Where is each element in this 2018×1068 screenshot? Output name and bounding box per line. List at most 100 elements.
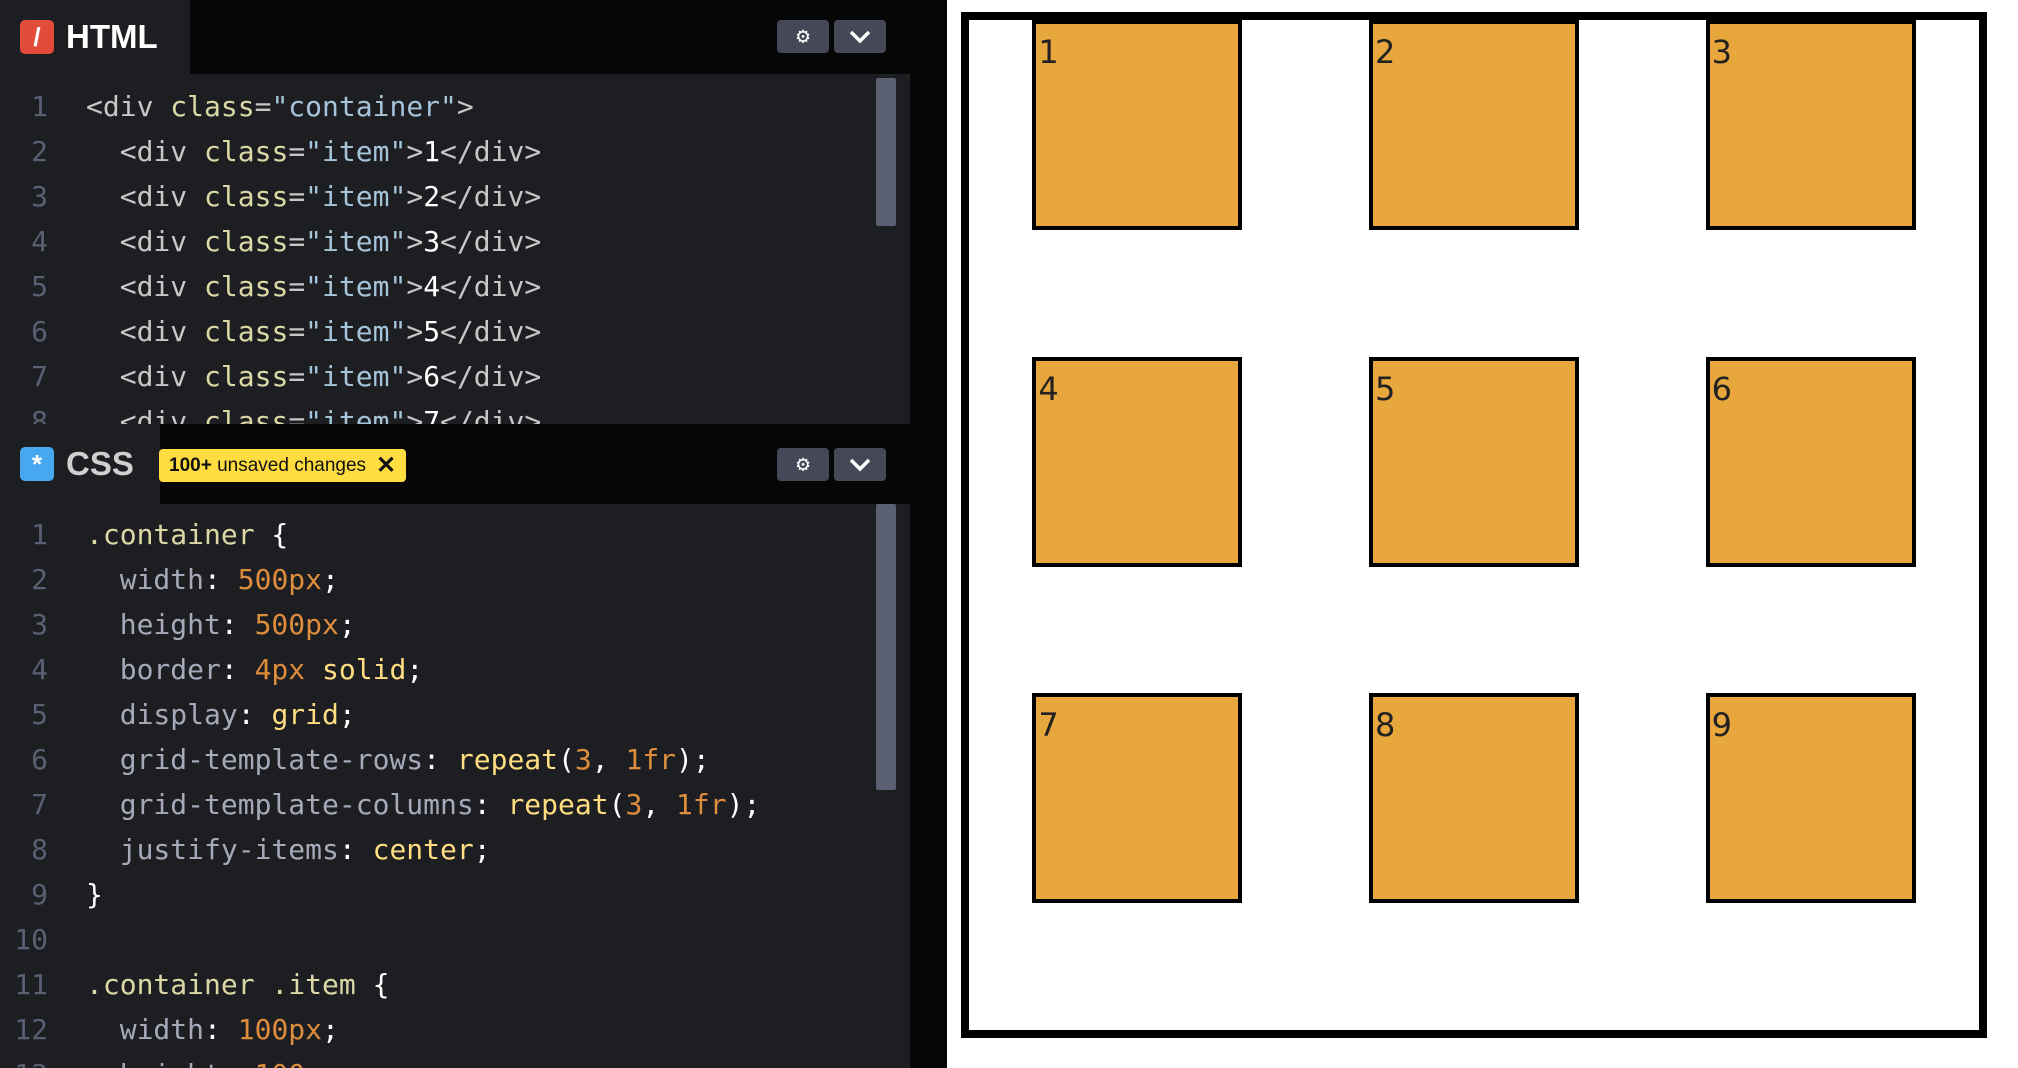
close-icon[interactable]: ✕ <box>376 453 396 478</box>
grid-item-label: 2 <box>1375 33 1396 71</box>
css-code-line[interactable]: 2 width: 500px; <box>0 557 890 602</box>
css-pane-header: * CSS ⚙ <box>0 424 910 504</box>
html-code-line[interactable]: 7 <div class="item">6</div> <box>0 354 890 399</box>
code-text: <div class="item">6</div> <box>86 360 542 393</box>
grid-item-label: 8 <box>1375 706 1396 745</box>
chevron-down-icon <box>849 30 871 43</box>
line-number: 5 <box>31 270 48 303</box>
css-code-line[interactable]: 7 grid-template-columns: repeat(3, 1fr); <box>0 782 890 827</box>
line-number: 2 <box>31 135 48 168</box>
code-text: <div class="item">1</div> <box>86 135 542 168</box>
grid-item: 4 <box>1032 356 1243 567</box>
line-number: 8 <box>31 833 48 866</box>
code-text: justify-items: center; <box>86 833 491 866</box>
html-scrollbar[interactable] <box>876 78 896 226</box>
line-number: 12 <box>14 1013 48 1046</box>
html-code-line[interactable]: 3 <div class="item">2</div> <box>0 174 890 219</box>
line-number: 2 <box>31 563 48 596</box>
html-code-line[interactable]: 2 <div class="item">1</div> <box>0 129 890 174</box>
css-pane-title: CSS <box>66 445 134 482</box>
css-code-line[interactable]: 1 .container { <box>0 512 890 557</box>
line-number: 4 <box>31 225 48 258</box>
html-pane-title: HTML <box>66 18 158 55</box>
code-text: .container .item { <box>86 968 390 1001</box>
code-text: .container { <box>86 518 289 551</box>
code-text: <div class="item">2</div> <box>86 180 542 213</box>
html-code-line[interactable]: 6 <div class="item">5</div> <box>0 309 890 354</box>
code-text: <div class="item">7</div> <box>86 405 542 424</box>
css-code-line[interactable]: 11 .container .item { <box>0 962 890 1007</box>
line-number: 10 <box>14 923 48 956</box>
html-collapse-button[interactable] <box>834 20 886 53</box>
css-scrollbar[interactable] <box>876 504 896 790</box>
css-code-line[interactable]: 9} <box>0 872 890 917</box>
line-number: 4 <box>31 653 48 686</box>
code-text: <div class="item">4</div> <box>86 270 542 303</box>
css-code-line[interactable]: 3 height: 500px; <box>0 602 890 647</box>
grid-item: 2 <box>1369 20 1579 230</box>
gear-icon: ⚙ <box>796 24 810 49</box>
line-number: 7 <box>31 360 48 393</box>
grid-item-label: 5 <box>1375 369 1396 408</box>
css-settings-button[interactable]: ⚙ <box>777 448 829 481</box>
code-text: grid-template-columns: repeat(3, 1fr); <box>86 788 761 821</box>
grid-item-label: 3 <box>1711 33 1733 71</box>
grid-item-label: 7 <box>1038 706 1059 745</box>
css-collapse-button[interactable] <box>834 448 886 481</box>
code-text: width: 100px; <box>86 1013 339 1046</box>
html-code-line[interactable]: 4 <div class="item">3</div> <box>0 219 890 264</box>
code-text: <div class="container"> <box>86 90 474 123</box>
code-text: grid-template-rows: repeat(3, 1fr); <box>86 743 710 776</box>
line-number: 13 <box>0 1052 48 1068</box>
line-number: 7 <box>31 788 48 821</box>
css-code-line[interactable]: 4 border: 4px solid; <box>0 647 890 692</box>
html-code-line[interactable]: 8 <div class="item">7</div> <box>0 399 890 424</box>
css-editor-pane: * CSS ⚙ 1 .container {2 width: 500px; 3 he… <box>0 424 910 1068</box>
grid-item: 5 <box>1369 356 1579 567</box>
css-code-line[interactable]: 6 grid-template-rows: repeat(3, 1fr); <box>0 737 890 782</box>
html-editor-pane: / HTML ⚙ 1 <div class="container"> 2 <div … <box>0 0 910 424</box>
html-pane-tab: / HTML <box>0 0 190 74</box>
grid-item-label: 4 <box>1038 369 1059 408</box>
code-text: } <box>86 878 103 911</box>
css-code-line[interactable]: 10 <box>0 917 890 962</box>
code-text: <div class="item">3</div> <box>86 225 542 258</box>
line-number: 3 <box>31 608 48 641</box>
html-settings-button[interactable]: ⚙ <box>777 20 829 53</box>
line-number: 1 <box>31 518 48 551</box>
grid-item-label: 1 <box>1038 33 1059 71</box>
css-code-line[interactable]: 5 display: grid; <box>0 692 890 737</box>
grid-item: 1 <box>1032 20 1243 230</box>
css-code-area[interactable]: 1 .container {2 width: 500px; 3 height: 50… <box>0 512 890 1068</box>
html-pane-icon: / <box>20 20 54 54</box>
html-code-line[interactable]: 5 <div class="item">4</div> <box>0 264 890 309</box>
css-code-line[interactable]: 8 justify-items: center; <box>0 827 890 872</box>
editor-column: / HTML ⚙ 1 <div class="container"> 2 <div … <box>0 0 910 1068</box>
css-code-line[interactable]: 13 height: 100px; <box>0 1052 890 1068</box>
grid-item: 6 <box>1705 356 1916 567</box>
line-number: 1 <box>31 90 48 123</box>
pane-resizer[interactable] <box>910 0 947 1068</box>
line-number: 5 <box>31 698 48 731</box>
css-code-line[interactable]: 12 width: 100px; <box>0 1007 890 1052</box>
grid-container-preview: 1 2 3 4 5 6 7 8 9 <box>961 12 1987 1038</box>
html-pane-header: / HTML ⚙ <box>0 0 910 74</box>
line-number: 8 <box>31 405 48 424</box>
html-code-area[interactable]: 1 <div class="container"> 2 <div class="it… <box>0 84 890 424</box>
code-text: border: 4px solid; <box>86 653 424 686</box>
unsaved-count: 100+ <box>169 454 212 476</box>
unsaved-label: unsaved changes <box>217 454 367 476</box>
css-pane-icon: * <box>20 447 54 481</box>
line-number: 3 <box>31 180 48 213</box>
chevron-down-icon <box>849 458 871 471</box>
line-number: 6 <box>31 743 48 776</box>
grid-item-label: 9 <box>1711 706 1733 745</box>
html-code-line[interactable]: 1 <div class="container"> <box>0 84 890 129</box>
grid-item: 9 <box>1705 693 1916 904</box>
grid-item: 3 <box>1705 20 1916 230</box>
line-number: 11 <box>14 968 48 1001</box>
css-pane-tab: * CSS <box>0 424 160 504</box>
unsaved-changes-badge[interactable]: 100+ unsaved changes ✕ <box>159 449 407 482</box>
code-text: height: 500px; <box>86 608 356 641</box>
grid-item-label: 6 <box>1711 369 1733 408</box>
